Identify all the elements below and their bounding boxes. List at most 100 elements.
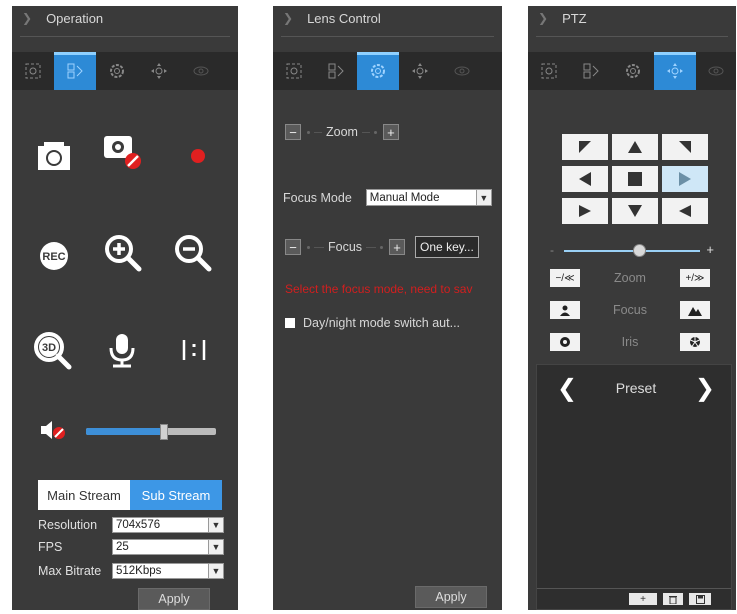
zoom-out-icon — [175, 235, 212, 272]
tab-operation[interactable] — [570, 52, 612, 90]
zoom-in-button[interactable]: +/≫ — [679, 269, 710, 287]
focus-minus-button[interactable]: − — [285, 239, 301, 255]
divider — [366, 246, 377, 248]
talk-button[interactable] — [96, 324, 148, 376]
one-key-focus-button[interactable]: One key... — [415, 236, 479, 258]
ptz-header[interactable]: ❯ PTZ — [528, 6, 736, 30]
pan-stop-button[interactable] — [612, 166, 658, 192]
chevron-right-icon: ❯ — [538, 11, 549, 25]
pan-left-button[interactable] — [562, 166, 608, 192]
tab-main-stream[interactable]: Main Stream — [38, 480, 130, 510]
aspect-ratio-icon — [182, 340, 206, 360]
fps-select[interactable]: 25 ▼ — [112, 539, 224, 555]
add-preset-button[interactable]: + — [629, 593, 657, 605]
tab-eye[interactable] — [441, 52, 483, 90]
operation-apply-button[interactable]: Apply — [138, 588, 210, 610]
ptz-title: PTZ — [562, 10, 587, 26]
focus-near-button[interactable] — [550, 301, 580, 319]
tab-operation[interactable] — [315, 52, 357, 90]
pan-down-button[interactable] — [612, 198, 658, 224]
focus-far-button[interactable] — [679, 301, 710, 319]
capture-tab-icon — [541, 63, 557, 79]
rec-button[interactable]: REC — [28, 230, 80, 282]
snapshot-button[interactable] — [28, 130, 80, 182]
tab-ptz[interactable] — [138, 52, 180, 90]
focus-control: − Focus + One key... — [285, 236, 479, 258]
pan-up-right-button[interactable] — [662, 134, 708, 160]
bitrate-row: Max Bitrate 512Kbps ▼ — [38, 562, 224, 580]
speed-plus-icon[interactable]: + — [706, 242, 714, 257]
volume-control — [34, 416, 230, 444]
tab-ptz[interactable] — [399, 52, 441, 90]
volume-thumb[interactable] — [160, 424, 168, 440]
operation-title: Operation — [46, 10, 104, 26]
speed-minus-icon[interactable]: - — [550, 243, 554, 257]
lens-apply-button[interactable]: Apply — [415, 586, 487, 608]
chevron-right-icon[interactable]: ❯ — [695, 374, 715, 403]
daynight-label: Day/night mode switch aut... — [303, 316, 461, 330]
pan-down-left-button[interactable] — [562, 198, 608, 224]
focus-label: Focus — [328, 240, 363, 254]
tab-capture[interactable] — [12, 52, 54, 90]
3d-zoom-button[interactable]: 3D — [26, 324, 78, 376]
zoom-minus-button[interactable]: − — [285, 124, 301, 140]
zoom-out-button[interactable] — [166, 226, 218, 278]
ptz-tab-icon — [412, 63, 428, 79]
pan-up-button[interactable] — [612, 134, 658, 160]
pan-right-button[interactable] — [662, 166, 708, 192]
chevron-right-icon: ❯ — [22, 11, 33, 25]
zoom-plus-button[interactable]: + — [382, 124, 399, 140]
microphone-icon — [109, 334, 135, 368]
tab-capture[interactable] — [528, 52, 570, 90]
dot — [373, 130, 377, 134]
arrow-up-icon — [628, 141, 642, 153]
tab-eye[interactable] — [180, 52, 222, 90]
operation-tab-icon — [583, 63, 599, 79]
iris-close-button[interactable] — [550, 333, 580, 351]
arrow-down-left-icon — [579, 205, 591, 217]
tab-capture[interactable] — [273, 52, 315, 90]
bitrate-select[interactable]: 512Kbps ▼ — [112, 563, 224, 579]
aspect-ratio-button[interactable] — [168, 324, 220, 376]
focus-mode-label: Focus Mode — [283, 190, 352, 205]
zoom-in-icon — [105, 235, 142, 272]
tab-operation[interactable] — [54, 52, 96, 90]
mute-icon[interactable] — [38, 418, 70, 442]
tab-eye[interactable] — [696, 52, 736, 90]
resolution-select[interactable]: 704x576 ▼ — [112, 517, 224, 533]
lens-header[interactable]: ❯ Lens Control — [273, 6, 502, 30]
privacy-button[interactable] — [96, 126, 148, 178]
delete-preset-button[interactable] — [663, 593, 683, 605]
resolution-value: 704x576 — [116, 519, 161, 531]
speed-thumb[interactable] — [632, 244, 646, 257]
record-button[interactable] — [172, 130, 224, 182]
stream-tabs: Main Stream Sub Stream — [38, 480, 222, 510]
operation-panel: ❯ Operation REC 3D Main Stream Sub Strea… — [12, 6, 238, 610]
trash-icon — [669, 595, 677, 604]
stop-icon — [628, 172, 642, 186]
chevron-down-icon: ▼ — [208, 540, 223, 554]
pan-up-left-button[interactable] — [562, 134, 608, 160]
ptz-zoom-label: Zoom — [614, 271, 646, 285]
tab-lens[interactable] — [612, 52, 654, 90]
daynight-checkbox[interactable] — [285, 318, 295, 328]
focus-mode-select[interactable]: Manual Mode ▼ — [365, 189, 492, 206]
tab-lens[interactable] — [96, 52, 138, 90]
resolution-row: Resolution 704x576 ▼ — [38, 516, 224, 534]
ptz-iris-label: Iris — [621, 335, 639, 349]
zoom-out-button[interactable]: −/≪ — [550, 269, 580, 287]
pan-down-right-button[interactable] — [662, 198, 708, 224]
tab-ptz[interactable] — [654, 52, 696, 90]
operation-header[interactable]: ❯ Operation — [12, 6, 238, 30]
mountain-icon — [687, 307, 702, 316]
fps-label: FPS — [38, 540, 63, 554]
divider — [361, 131, 370, 133]
iris-open-button[interactable] — [679, 333, 710, 351]
tab-sub-stream[interactable]: Sub Stream — [130, 480, 222, 510]
arrow-up-left-icon — [579, 141, 591, 153]
focus-plus-button[interactable]: + — [389, 239, 406, 255]
zoom-in-button[interactable] — [96, 226, 148, 278]
tab-lens[interactable] — [357, 52, 399, 90]
save-preset-button[interactable] — [689, 593, 711, 605]
chevron-left-icon[interactable]: ❮ — [557, 374, 577, 403]
